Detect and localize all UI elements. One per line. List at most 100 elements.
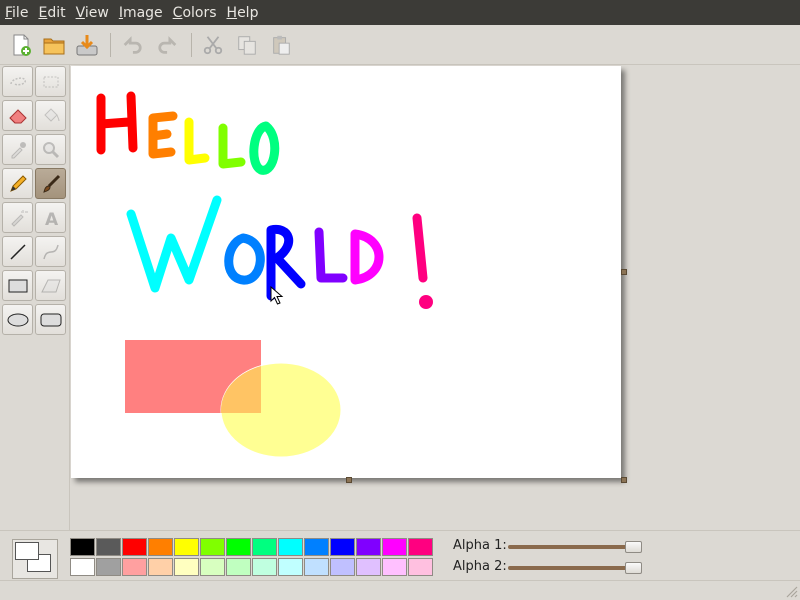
alpha1-slider[interactable] — [508, 545, 640, 549]
cut-button[interactable] — [199, 31, 227, 59]
palette-swatch[interactable] — [408, 538, 433, 556]
fill-tool[interactable] — [35, 100, 66, 131]
text-tool[interactable]: A — [35, 202, 66, 233]
zoom-tool[interactable] — [35, 134, 66, 165]
paintbrush-icon — [42, 174, 60, 193]
palette-swatch[interactable] — [122, 538, 147, 556]
palette-swatch[interactable] — [278, 538, 303, 556]
redo-button[interactable] — [154, 31, 182, 59]
save-button[interactable] — [73, 31, 101, 59]
palette-swatch[interactable] — [226, 558, 251, 576]
palette-swatch[interactable] — [200, 558, 225, 576]
palette-bar: Alpha 1: Alpha 2: — [0, 530, 800, 580]
color-picker-tool[interactable] — [2, 134, 33, 165]
primary-color-swatch[interactable] — [15, 542, 39, 560]
open-folder-icon — [43, 38, 65, 55]
palette-swatch[interactable] — [226, 538, 251, 556]
open-file-button[interactable] — [40, 31, 68, 59]
palette-swatch[interactable] — [304, 538, 329, 556]
new-file-icon — [13, 34, 31, 56]
menu-file[interactable]: File — [5, 5, 28, 21]
resize-grip-icon[interactable] — [784, 584, 798, 598]
rounded-rectangle-icon — [40, 313, 61, 326]
alpha2-slider-thumb[interactable] — [624, 562, 642, 574]
zoom-icon — [42, 141, 59, 158]
drawing-canvas[interactable] — [71, 66, 621, 478]
polygon-tool[interactable] — [35, 270, 66, 301]
palette-swatch[interactable] — [96, 538, 121, 556]
menu-view[interactable]: View — [76, 5, 109, 21]
alpha2-slider[interactable] — [508, 566, 640, 570]
palette-swatch[interactable] — [200, 538, 225, 556]
save-icon — [76, 35, 98, 56]
palette-swatch[interactable] — [70, 558, 95, 576]
palette-swatch[interactable] — [382, 558, 407, 576]
svg-text:A: A — [45, 210, 59, 228]
palette-swatch[interactable] — [382, 538, 407, 556]
color-picker-icon — [11, 141, 26, 158]
eraser-tool[interactable] — [2, 100, 33, 131]
rectangle-tool[interactable] — [2, 270, 33, 301]
toolbar-separator — [110, 33, 111, 57]
pencil-tool[interactable] — [2, 168, 33, 199]
line-icon — [9, 243, 26, 260]
undo-icon — [123, 36, 142, 54]
palette-swatch[interactable] — [278, 558, 303, 576]
palette-swatch[interactable] — [70, 538, 95, 556]
menu-image[interactable]: Image — [119, 5, 163, 21]
undo-button[interactable] — [118, 31, 146, 59]
alpha1-slider-thumb[interactable] — [624, 541, 642, 553]
rounded-rectangle-tool[interactable] — [35, 304, 66, 335]
polygon-icon — [40, 279, 61, 292]
palette-swatch[interactable] — [356, 558, 381, 576]
palette-swatch[interactable] — [304, 558, 329, 576]
palette-swatch[interactable] — [148, 558, 173, 576]
toolbar — [0, 25, 800, 65]
mouse-pointer-icon — [270, 286, 284, 305]
alpha1-label: Alpha 1: — [453, 538, 507, 553]
color-selector[interactable] — [12, 539, 58, 579]
toolbar-separator — [191, 33, 192, 57]
tool-panel: A — [0, 65, 70, 530]
cut-icon — [203, 36, 223, 55]
resize-handle-right[interactable] — [621, 269, 627, 275]
resize-handle-corner[interactable] — [621, 477, 627, 483]
airbrush-tool[interactable] — [2, 202, 33, 233]
palette-swatch[interactable] — [252, 538, 277, 556]
ellipse-tool[interactable] — [2, 304, 33, 335]
paste-icon — [273, 35, 290, 55]
drawing — [96, 91, 433, 458]
menu-colors[interactable]: Colors — [173, 5, 217, 21]
menu-help[interactable]: Help — [227, 5, 259, 21]
line-tool[interactable] — [2, 236, 33, 267]
palette-swatch[interactable] — [356, 538, 381, 556]
palette-swatch[interactable] — [122, 558, 147, 576]
ellipse-icon — [7, 313, 28, 326]
canvas-area — [71, 66, 800, 530]
menu-edit[interactable]: Edit — [38, 5, 65, 21]
paintbrush-tool[interactable] — [35, 168, 66, 199]
pencil-icon — [9, 174, 27, 192]
copy-button[interactable] — [233, 31, 261, 59]
exclamation-dot — [419, 295, 433, 309]
palette-swatch[interactable] — [96, 558, 121, 576]
free-select-tool[interactable] — [2, 66, 33, 97]
palette-swatch[interactable] — [148, 538, 173, 556]
menu-bar: File Edit View Image Colors Help — [0, 0, 800, 25]
new-file-button[interactable] — [7, 31, 35, 59]
palette-swatch[interactable] — [174, 558, 199, 576]
palette-swatch[interactable] — [330, 558, 355, 576]
rectangle-select-tool[interactable] — [35, 66, 66, 97]
curve-icon — [42, 244, 59, 259]
palette-swatch[interactable] — [330, 538, 355, 556]
copy-icon — [238, 36, 256, 55]
palette-swatch[interactable] — [408, 558, 433, 576]
curve-tool[interactable] — [35, 236, 66, 267]
palette-swatch[interactable] — [174, 538, 199, 556]
paste-button[interactable] — [267, 31, 295, 59]
resize-handle-bottom[interactable] — [346, 477, 352, 483]
airbrush-icon — [10, 209, 28, 227]
palette-row-2 — [70, 558, 434, 576]
palette-swatch[interactable] — [252, 558, 277, 576]
world-strokes — [126, 195, 428, 301]
